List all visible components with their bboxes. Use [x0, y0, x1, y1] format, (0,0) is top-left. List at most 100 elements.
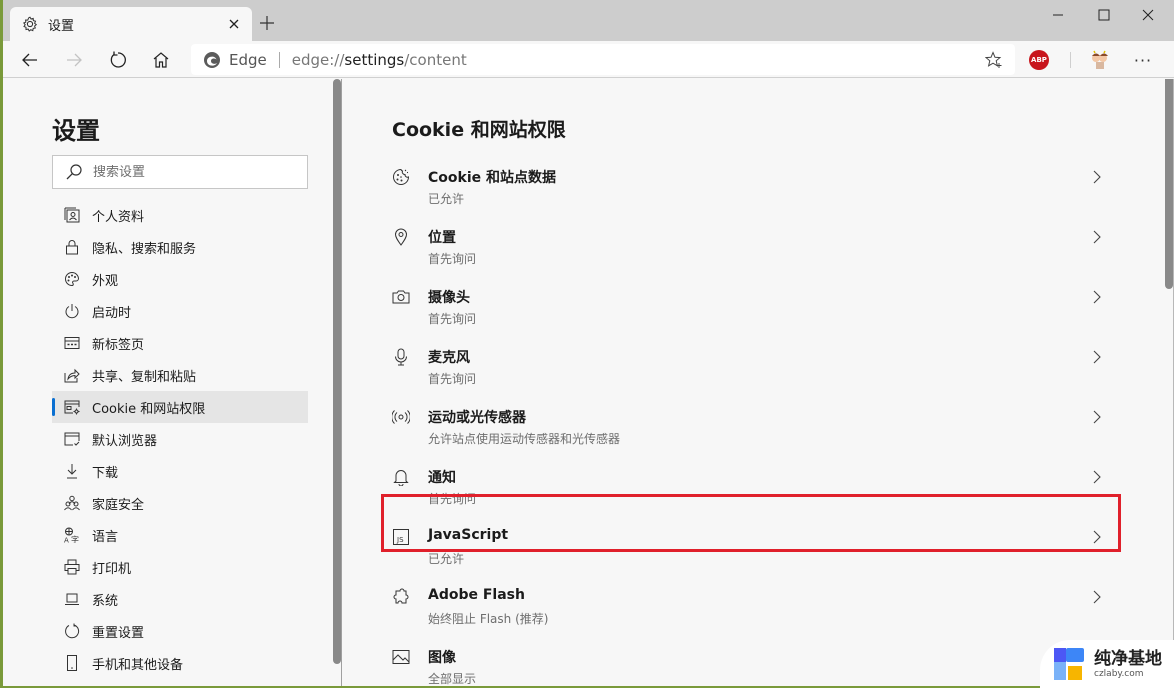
sidebar-item-default-browser[interactable]: 默认浏览器 — [52, 423, 308, 455]
search-settings-input[interactable] — [93, 164, 293, 180]
main-panel: Cookie 和网站权限 Cookie 和站点数据 已允许 位置 首先询问 摄像… — [343, 79, 1163, 686]
chevron-right-icon — [1093, 530, 1101, 544]
site-permissions-icon — [64, 399, 80, 415]
new-tab-page-icon — [64, 335, 80, 351]
default-browser-icon — [64, 431, 80, 447]
permission-row-camera[interactable]: 摄像头 首先询问 — [383, 276, 1121, 336]
download-icon — [64, 463, 80, 479]
search-settings-box[interactable] — [52, 155, 308, 189]
sidebar-item-share-copy-paste[interactable]: 共享、复制和粘贴 — [52, 359, 308, 391]
url-host: settings — [344, 50, 405, 69]
watermark-logo-icon — [1054, 648, 1086, 680]
sidebar-item-languages[interactable]: A字 语言 — [52, 519, 308, 551]
url-prefix: edge:// — [291, 50, 345, 69]
row-subtitle: 允许站点使用运动传感器和光传感器 — [428, 432, 621, 446]
watermark-domain: czlaby.com — [1094, 668, 1144, 679]
sidebar-item-reset-settings[interactable]: 重置设置 — [52, 615, 308, 647]
forward-button[interactable] — [58, 44, 90, 76]
microphone-icon — [392, 348, 410, 366]
maximize-icon — [1098, 9, 1110, 21]
refresh-icon — [110, 51, 126, 68]
sidebar-item-appearance[interactable]: 外观 — [52, 263, 308, 295]
refresh-button[interactable] — [102, 44, 134, 76]
add-favorite-button[interactable] — [979, 45, 1009, 75]
profile-icon — [64, 207, 80, 223]
row-title: 麦克风 — [428, 350, 470, 366]
sidebar-item-label: 默认浏览器 — [92, 433, 158, 449]
permission-row-motion-sensors[interactable]: 运动或光传感器 允许站点使用运动传感器和光传感器 — [383, 396, 1121, 456]
maximize-button[interactable] — [1081, 0, 1127, 30]
minimize-button[interactable] — [1035, 0, 1081, 30]
permission-row-location[interactable]: 位置 首先询问 — [383, 216, 1121, 276]
sensor-icon — [392, 408, 410, 426]
address-bar[interactable]: Edge edge://settings/content — [191, 44, 1015, 75]
row-title: 运动或光传感器 — [428, 410, 526, 426]
chevron-right-icon — [1093, 590, 1101, 604]
permission-row-images[interactable]: 图像 全部显示 — [383, 636, 1121, 686]
sidebar-item-label: 家庭安全 — [92, 497, 145, 513]
family-icon — [64, 495, 80, 511]
sidebar-item-downloads[interactable]: 下载 — [52, 455, 308, 487]
avatar-icon — [1092, 50, 1108, 69]
sidebar-item-cookies-site-permissions[interactable]: Cookie 和网站权限 — [52, 391, 308, 423]
row-subtitle: 已允许 — [428, 552, 465, 566]
settings-content: 设置 个人资料 隐私、搜索和服务 外观 — [3, 79, 1174, 686]
watermark-name: 纯净基地 — [1094, 648, 1162, 669]
tab-settings[interactable]: 设置 — [10, 7, 252, 41]
chevron-right-icon — [1093, 350, 1101, 364]
row-title: JavaScript — [428, 527, 509, 543]
new-tab-button[interactable] — [255, 11, 279, 35]
sidebar-item-label: 个人资料 — [92, 209, 145, 225]
svg-text:A: A — [64, 537, 69, 544]
sidebar-item-on-startup[interactable]: 启动时 — [52, 295, 308, 327]
sidebar-item-system[interactable]: 系统 — [52, 583, 308, 615]
home-button[interactable] — [145, 44, 177, 76]
sidebar-scrollbar[interactable] — [333, 79, 341, 664]
home-icon — [153, 52, 169, 68]
sidebar-item-label: 新标签页 — [92, 337, 145, 353]
laptop-icon — [64, 591, 80, 607]
printer-icon — [64, 559, 80, 575]
sidebar-item-printers[interactable]: 打印机 — [52, 551, 308, 583]
close-tab-button[interactable] — [222, 12, 246, 36]
settings-and-more-button[interactable]: ··· — [1128, 45, 1158, 75]
address-brand: Edge — [229, 50, 267, 69]
search-icon — [66, 164, 82, 180]
permission-row-javascript[interactable]: JS JavaScript 已允许 — [383, 516, 1121, 576]
watermark: 纯净基地 czlaby.com — [1040, 640, 1174, 688]
back-button[interactable] — [14, 44, 46, 76]
minimize-icon — [1053, 14, 1063, 16]
row-subtitle: 首先询问 — [428, 492, 477, 506]
sidebar-item-family-safety[interactable]: 家庭安全 — [52, 487, 308, 519]
plus-icon — [260, 16, 274, 30]
svg-text:JS: JS — [396, 536, 404, 544]
sidebar-item-phone-devices[interactable]: 手机和其他设备 — [52, 647, 308, 679]
sidebar-item-label: 启动时 — [92, 305, 132, 321]
chevron-right-icon — [1093, 470, 1101, 484]
permission-row-adobe-flash[interactable]: Adobe Flash 始终阻止 Flash (推荐) — [383, 576, 1121, 636]
sidebar-divider — [341, 79, 342, 686]
tab-title: 设置 — [48, 18, 75, 34]
address-url[interactable]: edge://settings/content — [292, 51, 979, 69]
permission-row-cookies[interactable]: Cookie 和站点数据 已允许 — [383, 156, 1121, 216]
svg-text:字: 字 — [71, 535, 79, 544]
edge-logo-icon — [204, 51, 220, 68]
row-subtitle: 已允许 — [428, 192, 465, 206]
browser-window: 设置 Edge edge://settings/content ABP ··· … — [3, 0, 1174, 686]
sidebar-item-privacy[interactable]: 隐私、搜索和服务 — [52, 231, 308, 263]
profile-avatar-button[interactable] — [1088, 48, 1112, 72]
row-title: 位置 — [428, 230, 456, 246]
sidebar-item-new-tab-page[interactable]: 新标签页 — [52, 327, 308, 359]
sidebar-item-label: 重置设置 — [92, 625, 145, 641]
close-window-button[interactable] — [1125, 0, 1171, 30]
phone-icon — [64, 655, 80, 671]
permission-row-microphone[interactable]: 麦克风 首先询问 — [383, 336, 1121, 396]
main-scrollbar[interactable] — [1165, 79, 1173, 289]
power-icon — [64, 303, 80, 319]
chevron-right-icon — [1093, 230, 1101, 244]
sidebar-item-label: 系统 — [92, 593, 119, 609]
permission-row-notifications[interactable]: 通知 首先询问 — [383, 456, 1121, 516]
sidebar-item-profiles[interactable]: 个人资料 — [52, 199, 308, 231]
tab-bar: 设置 — [3, 0, 1174, 41]
adblock-extension-button[interactable]: ABP — [1029, 50, 1049, 70]
